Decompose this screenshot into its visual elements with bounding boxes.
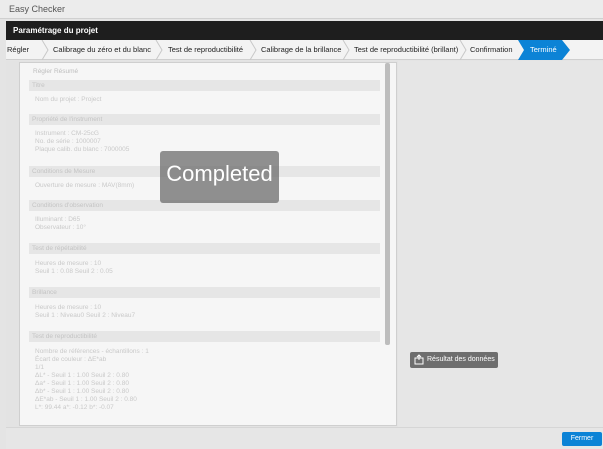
summary-line: Heures de mesure : 10 [35, 260, 102, 267]
summary-line: No. de série : 1000007 [35, 138, 101, 145]
tab-calibrage-zero-blanc[interactable]: Calibrage du zéro et du blanc [53, 40, 151, 60]
section-title: Conditions d'observation [32, 202, 103, 209]
section-header: Propriété de l'instrument [29, 114, 380, 125]
section-title: Conditions de Mesure [32, 168, 96, 175]
summary-heading: Régler Résumé [33, 68, 79, 75]
section-header: Brillance [29, 287, 380, 298]
section-title: Test de répétabilité [32, 245, 87, 252]
header-title: Paramétrage du projet [13, 26, 98, 35]
step-chevron-icon [342, 40, 350, 60]
summary-line: Δb* - Seuil 1 : 1.00 Seuil 2 : 0.80 [35, 388, 129, 395]
tab-calibrage-brillance[interactable]: Calibrage de la brillance [261, 40, 341, 60]
step-chevron-icon [459, 40, 467, 60]
section-title: Test de reproductibilité [32, 333, 98, 340]
summary-line: Écart de couleur : ΔE*ab [35, 356, 107, 363]
summary-line: Observateur : 10° [35, 224, 87, 231]
footer-bar [6, 427, 603, 449]
summary-panel[interactable]: Régler Résumé Titre Nom du projet : Proj… [19, 62, 397, 426]
summary-line: Δa* - Seuil 1 : 1.00 Seuil 2 : 0.80 [35, 380, 129, 387]
title-bar: Easy Checker [0, 0, 603, 19]
app-title: Easy Checker [9, 4, 66, 14]
summary-line: Nombre de références - échantillons : 1 [35, 348, 149, 355]
section-header: Test de répétabilité [29, 243, 380, 254]
summary-line: Seuil 1 : 0.08 Seuil 2 : 0.05 [35, 268, 113, 275]
completed-overlay: Completed [160, 151, 279, 203]
close-label: Fermer [570, 435, 594, 442]
summary-line: Plaque calib. du blanc : 7000005 [35, 146, 130, 153]
step-chevron-icon [41, 40, 49, 60]
tab-confirmation[interactable]: Confirmation [470, 40, 513, 60]
step-chevron-icon [155, 40, 163, 60]
summary-line: Nom du projet : Project [35, 96, 102, 103]
summary-scrollbar[interactable] [385, 63, 390, 345]
section-header: Titre [29, 80, 380, 91]
summary-line: L*: 99.44 a*: -0.12 b*: -0.07 [35, 404, 114, 411]
summary-line: Instrument : CM-25cG [35, 130, 99, 137]
tab-test-reproductibilite[interactable]: Test de reproductibilité [168, 40, 243, 60]
tab-termine[interactable]: Terminé [530, 40, 557, 60]
section-header: Test de reproductibilité [29, 331, 380, 342]
wizard-steps: Régler Calibrage du zéro et du blanc Tes… [6, 40, 603, 60]
completed-text: Completed [166, 161, 273, 186]
summary-line: ΔE*ab - Seuil 1 : 1.00 Seuil 2 : 0.80 [35, 396, 137, 403]
summary-line: Ouverture de mesure : MAV(8mm) [35, 182, 135, 189]
summary-line: Illuminant : D65 [35, 216, 81, 223]
summary-line: 1/1 [35, 364, 45, 371]
result-data-label: Résultat des données [427, 356, 495, 363]
tab-test-reproductibilite-brillant[interactable]: Test de reproductibilité (brillant) [354, 40, 458, 60]
summary-line: Seuil 1 : Niveau0 Seuil 2 : Niveau7 [35, 312, 136, 319]
section-title: Brillance [32, 289, 57, 296]
section-title: Titre [32, 82, 45, 89]
tab-regler[interactable]: Régler [7, 40, 29, 60]
step-chevron-icon [249, 40, 257, 60]
app-window: Easy Checker Paramétrage du projet Régle… [0, 0, 603, 449]
export-data-icon [414, 354, 424, 365]
summary-line: Heures de mesure : 10 [35, 304, 102, 311]
section-title: Propriété de l'instrument [32, 116, 103, 123]
result-data-button[interactable]: Résultat des données [410, 352, 498, 368]
header-bar: Paramétrage du projet [6, 21, 603, 40]
summary-line: ΔL* - Seuil 1 : 1.00 Seuil 2 : 0.80 [35, 372, 129, 379]
right-pane [398, 61, 603, 427]
close-button[interactable]: Fermer [562, 432, 602, 446]
